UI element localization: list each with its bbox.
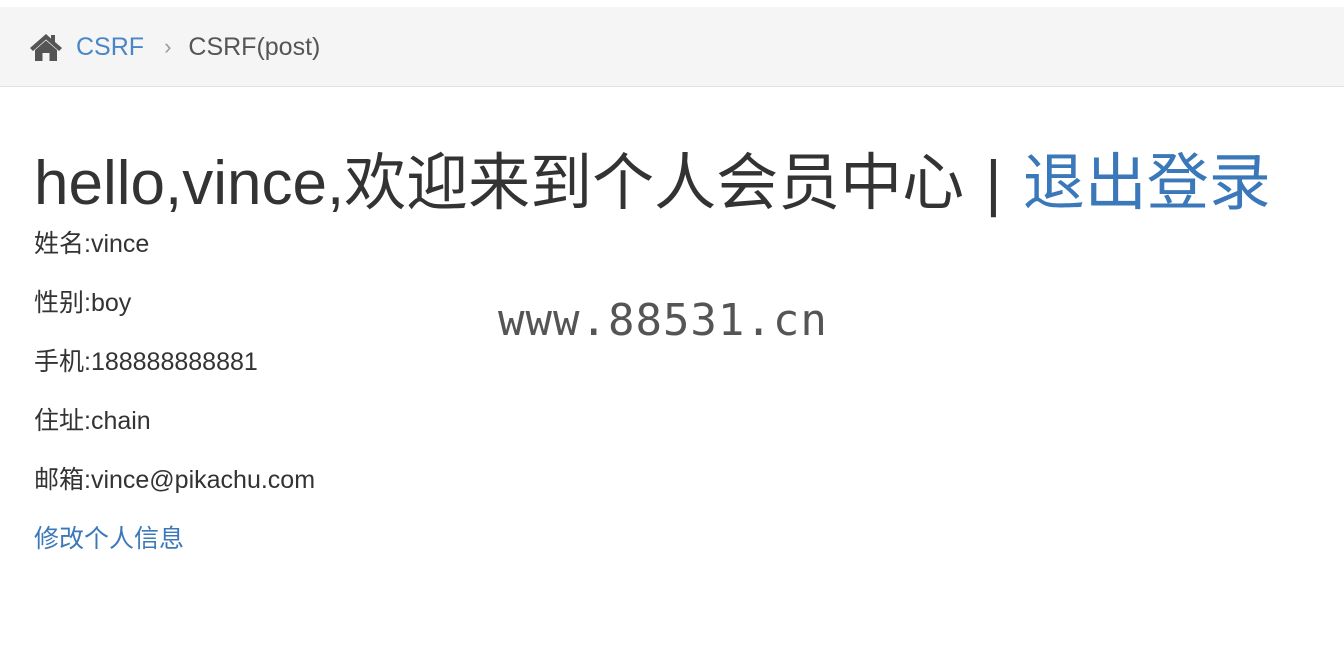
logout-link[interactable]: 退出登录 [1023, 149, 1271, 218]
breadcrumb-link-csrf[interactable]: CSRF [76, 33, 144, 62]
breadcrumb-current: CSRF(post) [188, 32, 321, 61]
watermark: www.88531.cn [498, 295, 828, 346]
profile-info-list: 姓名:vince 性别:boy 手机:188888888881 住址:chain… [34, 228, 1334, 523]
greeting-text: hello,vince,欢迎来到个人会员中心 [34, 149, 965, 218]
breadcrumb-separator: › [164, 34, 172, 59]
edit-profile-link[interactable]: 修改个人信息 [34, 523, 184, 555]
home-icon[interactable] [29, 32, 63, 62]
profile-email: 邮箱:vince@pikachu.com [34, 466, 316, 494]
page-title: hello,vince,欢迎来到个人会员中心 | 退出登录 [34, 140, 1334, 228]
profile-phone: 手机:188888888881 [34, 348, 258, 376]
profile-address: 住址:chain [34, 407, 151, 435]
profile-name: 姓名:vince [34, 230, 150, 258]
breadcrumb: CSRF › CSRF(post) [29, 7, 320, 87]
breadcrumb-bar: CSRF › CSRF(post) [0, 7, 1344, 87]
top-strip [0, 0, 1344, 7]
main-content: hello,vince,欢迎来到个人会员中心 | 退出登录 姓名:vince 性… [34, 140, 1334, 555]
title-separator: | [985, 149, 1002, 218]
